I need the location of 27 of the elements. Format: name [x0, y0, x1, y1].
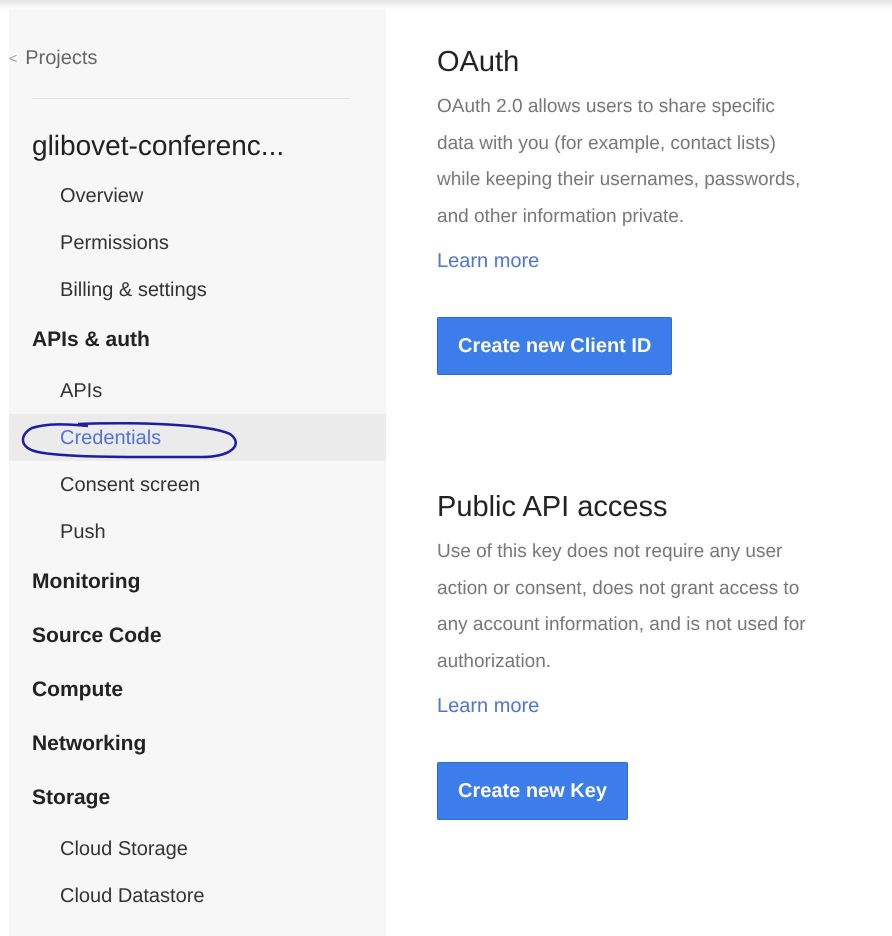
nav-section-heading[interactable]: Storage: [32, 771, 386, 825]
nav-item[interactable]: Billing & settings: [60, 280, 207, 300]
back-chevron: <: [9, 51, 18, 65]
learn-more-link[interactable]: Learn more: [437, 251, 857, 271]
nav-section-heading[interactable]: Networking: [32, 717, 386, 771]
section-description: OAuth 2.0 allows users to share specific data with you (for example, contact lists) while keeping their usernames, passwords, and other information private.: [437, 95, 802, 228]
nav-item[interactable]: Cloud Datastore: [60, 886, 205, 906]
project-title: glibovet-conferenc...: [32, 132, 286, 160]
nav-item[interactable]: Credentials: [60, 428, 162, 448]
section-description: Use of this key does not require any user action or consent, does not grant access to any account information, and is not used for authorization.: [437, 540, 807, 674]
section-title: OAuth: [437, 48, 520, 77]
nav-item[interactable]: Overview: [60, 186, 144, 206]
create-button[interactable]: Create new Key: [437, 762, 628, 820]
back-link[interactable]: < Projects: [9, 48, 386, 68]
nav-item[interactable]: Cloud Storage: [60, 838, 188, 858]
nav-section-heading[interactable]: Monitoring: [32, 555, 386, 609]
nav-section-heading[interactable]: Source Code: [32, 609, 386, 663]
nav-section-heading[interactable]: Compute: [32, 663, 386, 717]
nav-section-heading[interactable]: APIs & auth: [32, 313, 386, 367]
nav-item[interactable]: Consent screen: [60, 474, 200, 494]
learn-more-link[interactable]: Learn more: [437, 696, 857, 716]
nav-item[interactable]: Push: [60, 522, 106, 542]
nav-item[interactable]: APIs: [60, 380, 102, 400]
section-title: Public API access: [437, 493, 668, 522]
nav-item[interactable]: Permissions: [60, 232, 169, 252]
back-label: Projects: [25, 48, 98, 68]
create-button[interactable]: Create new Client ID: [437, 317, 672, 375]
